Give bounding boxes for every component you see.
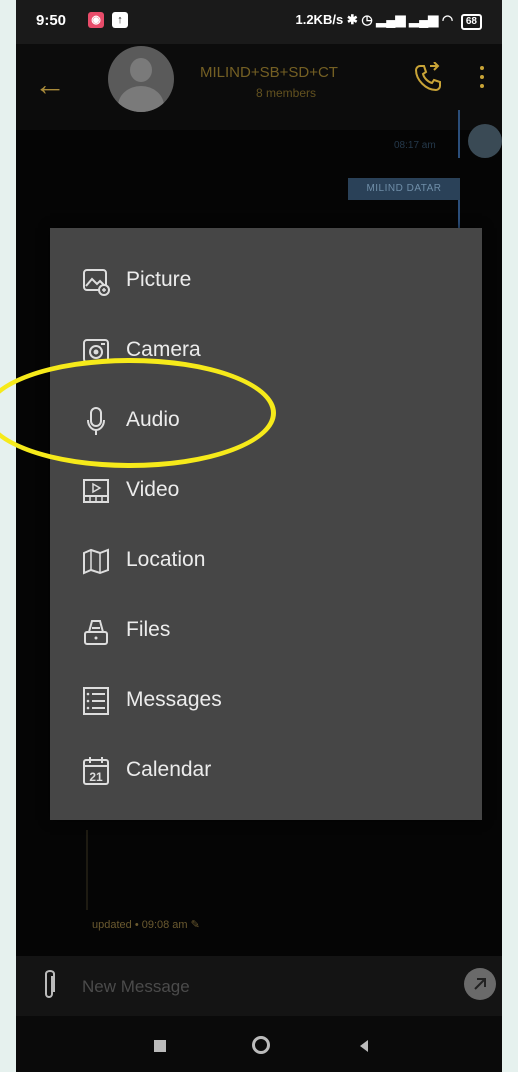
message-thumbnail[interactable] — [468, 124, 502, 158]
call-icon[interactable] — [412, 62, 444, 94]
map-icon — [83, 548, 109, 575]
message-bar — [458, 200, 460, 230]
menu-label-audio: Audio — [126, 408, 180, 431]
menu-label-video: Video — [126, 478, 180, 501]
group-name[interactable]: MILIND+SB+SD+CT — [200, 64, 338, 81]
more-options-icon[interactable] — [478, 66, 486, 94]
menu-label-camera: Camera — [126, 338, 201, 361]
back-triangle-icon — [360, 1040, 368, 1052]
menu-label-location: Location — [126, 548, 206, 571]
menu-label-messages: Messages — [126, 688, 222, 711]
message-bar — [458, 110, 460, 158]
chat-header: ← MILIND+SB+SD+CT 8 members — [16, 44, 502, 130]
avatar-head — [130, 58, 152, 82]
attachment-menu: Picture Camera Audio Video Location File… — [50, 228, 482, 820]
send-button[interactable] — [464, 968, 496, 1000]
compose-bar — [16, 956, 502, 1016]
home-button[interactable] — [252, 1036, 272, 1056]
recents-icon — [154, 1040, 166, 1052]
picture-icon — [83, 269, 110, 296]
menu-item-location[interactable]: Location — [50, 530, 482, 594]
member-count: 8 members — [256, 86, 317, 100]
menu-label-calendar: Calendar — [126, 758, 212, 781]
menu-item-audio[interactable]: Audio — [50, 390, 482, 454]
battery-icon: 68 — [460, 14, 482, 30]
sender-tag: MILIND DATAR — [348, 178, 460, 200]
updated-label: updated • 09:08 am ✎ — [92, 918, 200, 931]
phone-screen: 9:50 ◉ ↑ 1.2KB/s ✱ ◷ ▂▄▆ ▂▄▆ ◠ 68 ← MILI… — [16, 0, 502, 1072]
calendar-icon: 21 — [83, 757, 109, 785]
menu-item-camera[interactable]: Camera — [50, 320, 482, 384]
menu-item-messages[interactable]: Messages — [50, 670, 482, 734]
thread-line — [86, 830, 88, 910]
notification-icon: ◉ — [88, 12, 104, 28]
menu-label-files: Files — [126, 618, 171, 641]
status-bar: 9:50 ◉ ↑ 1.2KB/s ✱ ◷ ▂▄▆ ▂▄▆ ◠ 68 — [16, 0, 502, 44]
back-button[interactable] — [354, 1036, 374, 1056]
avatar-body — [118, 86, 164, 112]
group-avatar[interactable] — [108, 46, 174, 112]
system-navbar — [16, 1016, 502, 1072]
status-time: 9:50 — [36, 12, 67, 29]
message-time: 08:17 am — [394, 140, 436, 151]
messages-icon — [83, 687, 109, 715]
menu-item-video[interactable]: Video — [50, 460, 482, 524]
message-input[interactable] — [80, 974, 384, 1000]
status-icons: ✱ ◷ ▂▄▆ ▂▄▆ ◠ — [346, 12, 454, 27]
edit-pencil-icon[interactable]: ✎ — [191, 919, 200, 931]
updated-text: updated • 09:08 am — [92, 919, 188, 931]
menu-item-picture[interactable]: Picture — [50, 250, 482, 314]
upload-icon: ↑ — [112, 12, 128, 28]
back-arrow-icon[interactable]: ← — [34, 64, 74, 104]
recents-button[interactable] — [150, 1036, 170, 1056]
camera-icon — [83, 339, 109, 363]
status-right: 1.2KB/s ✱ ◷ ▂▄▆ ▂▄▆ ◠ 68 — [295, 12, 482, 30]
home-icon — [252, 1036, 270, 1054]
network-speed: 1.2KB/s — [295, 12, 344, 27]
files-icon — [84, 620, 108, 645]
menu-item-files[interactable]: Files — [50, 600, 482, 664]
menu-item-calendar[interactable]: 21 Calendar — [50, 740, 482, 804]
paperclip-icon[interactable] — [38, 968, 60, 1002]
menu-label-picture: Picture — [126, 268, 192, 291]
microphone-icon — [87, 407, 105, 435]
calendar-day: 21 — [89, 770, 103, 784]
send-arrow-icon — [474, 978, 486, 990]
video-icon — [83, 479, 109, 503]
